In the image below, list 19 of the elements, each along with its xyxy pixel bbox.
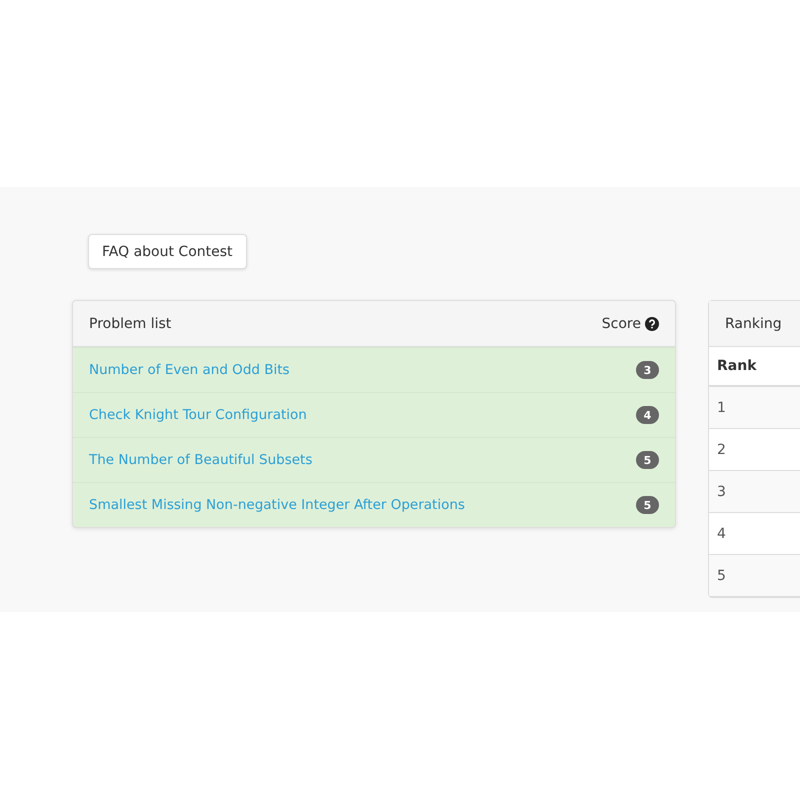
score-badge: 4 (636, 406, 659, 424)
problem-link[interactable]: Number of Even and Odd Bits (89, 362, 290, 378)
score-label: Score (602, 316, 641, 332)
faq-button[interactable]: FAQ about Contest (88, 234, 247, 269)
table-cell: 2 (717, 442, 726, 458)
table-cell: 3 (717, 484, 726, 500)
problem-link[interactable]: The Number of Beautiful Subsets (89, 452, 312, 468)
table-cell: 4 (717, 526, 726, 542)
panel-title: Problem list (89, 316, 172, 332)
table-cell: 1 (717, 400, 726, 416)
problem-link[interactable]: Check Knight Tour Configuration (89, 407, 307, 423)
help-icon[interactable] (645, 316, 659, 330)
problem-link[interactable]: Smallest Missing Non-negative Integer After Operations (89, 497, 465, 513)
score-badge: 5 (636, 496, 659, 514)
score-badge: 5 (636, 451, 659, 469)
score-badge: 3 (636, 361, 659, 379)
table-cell: 5 (717, 568, 726, 584)
panel-title: Ranking (725, 316, 782, 332)
column-header: Rank (717, 358, 757, 374)
